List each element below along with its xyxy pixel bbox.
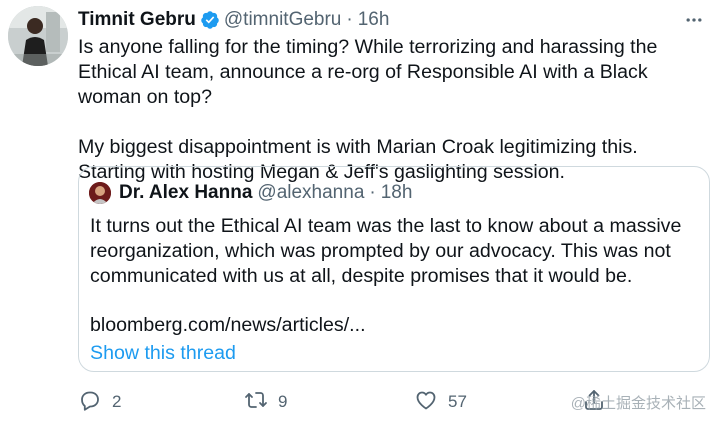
verified-badge-icon bbox=[200, 10, 220, 30]
retweet-button[interactable]: 9 bbox=[244, 388, 287, 416]
tweet-header: Timnit Gebru @timnitGebru · 16h bbox=[78, 8, 706, 32]
tweet-timestamp[interactable]: 16h bbox=[358, 9, 390, 31]
show-thread-link[interactable]: Show this thread bbox=[90, 341, 236, 366]
quoted-tweet-card[interactable]: Dr. Alex Hanna @alexhanna · 18h It turns… bbox=[78, 166, 710, 372]
more-options-icon[interactable] bbox=[682, 8, 706, 32]
quoted-timestamp: 18h bbox=[380, 182, 413, 203]
quoted-author-handle: @alexhanna bbox=[257, 182, 365, 203]
reply-button[interactable]: 2 bbox=[78, 388, 121, 416]
like-count: 57 bbox=[448, 392, 467, 411]
quoted-author-name: Dr. Alex Hanna bbox=[119, 182, 253, 203]
tweet-text: Is anyone falling for the timing? While … bbox=[78, 36, 658, 183]
retweet-count: 9 bbox=[278, 392, 288, 411]
author-avatar[interactable] bbox=[8, 6, 68, 66]
retweet-icon bbox=[244, 388, 268, 417]
quoted-tweet-text: It turns out the Ethical AI team was the… bbox=[90, 215, 682, 287]
quoted-tweet-header: Dr. Alex Hanna @alexhanna · 18h bbox=[89, 181, 412, 205]
reply-count: 2 bbox=[112, 392, 122, 411]
like-button[interactable]: 57 bbox=[414, 388, 467, 416]
separator-dot: · bbox=[346, 9, 353, 30]
quoted-link[interactable]: bloomberg.com/news/articles/... bbox=[90, 313, 366, 338]
author-name[interactable]: Timnit Gebru bbox=[78, 9, 196, 31]
quoted-separator-dot: · bbox=[369, 182, 376, 203]
quoted-author-avatar bbox=[89, 182, 111, 204]
watermark-text: @稀土掘金技术社区 bbox=[570, 395, 706, 412]
heart-icon bbox=[414, 388, 438, 417]
author-handle[interactable]: @timnitGebru bbox=[224, 9, 342, 31]
reply-icon bbox=[78, 388, 102, 417]
